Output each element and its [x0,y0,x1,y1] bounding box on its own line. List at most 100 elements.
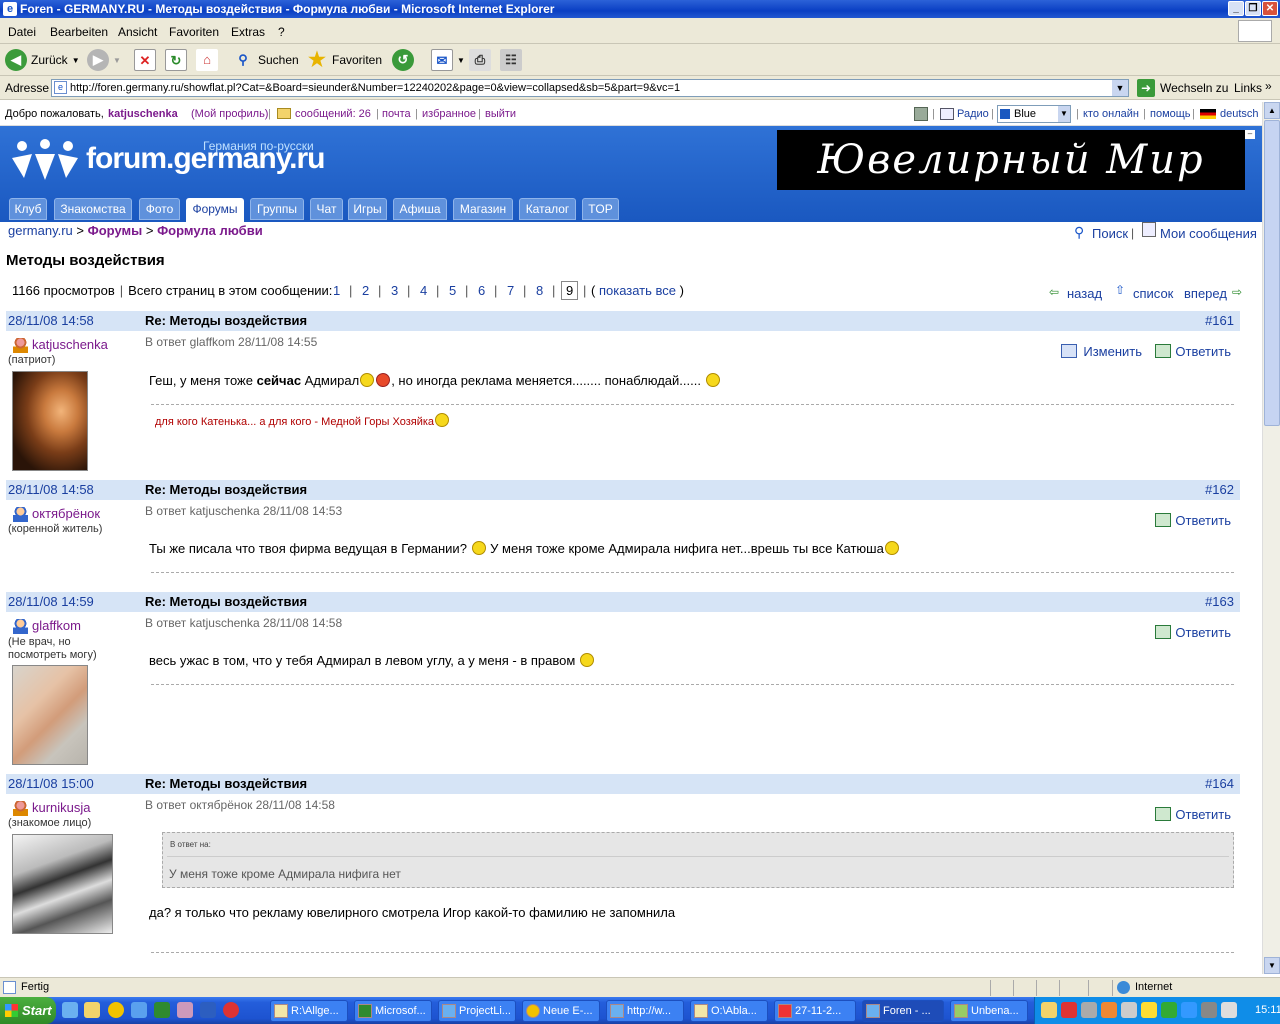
quicklaunch-word-icon[interactable] [200,1002,216,1018]
taskbar-item[interactable]: Unbena... [950,1000,1028,1022]
quicklaunch-folder-icon[interactable] [84,1002,100,1018]
taskbar-item[interactable]: http://w... [606,1000,684,1022]
forum-search-link[interactable]: Поиск [1092,226,1128,241]
page-link[interactable]: 1 [333,283,340,298]
address-dropdown-icon[interactable]: ▼ [1112,80,1128,96]
edit-button[interactable]: Изменить [1061,344,1142,359]
links-label[interactable]: Links [1234,81,1262,95]
menu-extras[interactable]: Extras [231,25,265,39]
tab-club[interactable]: Клуб [9,198,47,220]
post-subject[interactable]: Re: Методы воздействия [145,480,307,500]
tab-catalog[interactable]: Каталог [519,198,576,220]
close-button[interactable]: ✕ [1262,1,1278,16]
reply-button[interactable]: Ответить [1155,344,1231,359]
go-button[interactable]: Wechseln zu [1160,81,1228,95]
tray-icon[interactable] [1121,1002,1137,1018]
tab-photo[interactable]: Фото [139,198,180,220]
home-button[interactable]: ⌂ [196,48,218,72]
breadcrumb-forums[interactable]: Форумы [88,223,143,238]
chevron-right-icon[interactable]: » [1265,79,1272,93]
quicklaunch-app-icon[interactable] [177,1002,193,1018]
tab-chat[interactable]: Чат [310,198,343,220]
current-user-link[interactable]: katjuschenka [108,102,178,126]
tray-icon[interactable] [1101,1002,1117,1018]
post-subject[interactable]: Re: Методы воздействия [145,774,307,794]
volume-icon[interactable] [1221,1002,1237,1018]
quicklaunch-ie-icon[interactable] [131,1002,147,1018]
avatar[interactable] [12,371,88,471]
minimize-button[interactable]: _ [1228,1,1244,16]
logout-link[interactable]: выйти [485,102,516,126]
tray-icon[interactable] [1061,1002,1077,1018]
favorites-link[interactable]: избранное [422,102,476,126]
quicklaunch-app-icon[interactable] [223,1002,239,1018]
scroll-down-icon[interactable]: ▼ [1264,957,1280,974]
post-author[interactable]: kurnikusja [13,800,91,816]
tray-icon[interactable] [1041,1002,1057,1018]
tab-top[interactable]: TOP [582,198,619,220]
my-profile-link[interactable]: (Мой профиль) [191,102,268,126]
who-online-link[interactable]: кто онлайн [1083,102,1139,126]
menu-favoriten[interactable]: Favoriten [169,25,219,39]
taskbar-item[interactable]: 27-11-2... [774,1000,856,1022]
address-input[interactable]: e http://foren.germany.ru/showflat.pl?Ca… [51,79,1129,97]
reply-button[interactable]: Ответить [1155,513,1231,528]
tray-icon[interactable] [1201,1002,1217,1018]
help-link[interactable]: помощь [1150,102,1191,126]
post-number[interactable]: #162 [1205,480,1234,500]
page-link[interactable]: 7 [507,283,514,298]
ad-banner[interactable]: Ювелирный Мир [777,130,1245,190]
thread-list-link[interactable]: список [1133,286,1173,301]
go-arrow-icon[interactable]: ➜ [1137,79,1155,97]
page-link[interactable]: 6 [478,283,485,298]
post-author[interactable]: октябрёнок [13,506,100,522]
print-button[interactable]: ⎙ [469,48,491,72]
prev-thread-link[interactable]: назад [1067,286,1102,301]
refresh-button[interactable]: ↻ [165,48,187,72]
menu-datei[interactable]: Datei [8,25,36,39]
post-number[interactable]: #164 [1205,774,1234,794]
taskbar-item[interactable]: R:\Allge... [270,1000,348,1022]
maximize-button[interactable]: ❐ [1245,1,1261,16]
avatar[interactable] [12,834,113,934]
post-author[interactable]: katjuschenka [13,337,108,353]
history-button[interactable]: ↺ [392,48,414,72]
menu-bearbeiten[interactable]: Bearbeiten [50,25,108,39]
favorites-button[interactable]: ★ Favoriten [306,48,382,72]
taskbar-item[interactable]: Microsof... [354,1000,432,1022]
show-all-link[interactable]: показать все [599,283,676,298]
taskbar-item[interactable]: ProjectLi... [438,1000,516,1022]
breadcrumb-board[interactable]: Формула любви [157,223,263,238]
taskbar-item[interactable]: O:\Abla... [690,1000,768,1022]
taskbar-item[interactable]: Neue E-... [522,1000,600,1022]
forum-logo-icon[interactable] [10,138,80,182]
scrollbar-thumb[interactable] [1264,120,1280,426]
tab-afisha[interactable]: Афиша [393,198,447,220]
quicklaunch-excel-icon[interactable] [154,1002,170,1018]
reply-button[interactable]: Ответить [1155,807,1231,822]
menu-ansicht[interactable]: Ansicht [118,25,157,39]
scroll-up-icon[interactable]: ▲ [1264,102,1280,119]
mail-link[interactable]: почта [382,102,411,126]
taskbar-item-active[interactable]: Foren - ... [862,1000,944,1022]
quicklaunch-app-icon[interactable] [108,1002,124,1018]
tab-shop[interactable]: Магазин [453,198,513,220]
tab-dating[interactable]: Знакомства [54,198,132,220]
post-subject[interactable]: Re: Методы воздействия [145,592,307,612]
post-subject[interactable]: Re: Методы воздействия [145,311,307,331]
search-button[interactable]: ⚲ Suchen [232,48,298,72]
breadcrumb-site[interactable]: germany.ru [8,223,73,238]
quicklaunch-ie-icon[interactable] [62,1002,78,1018]
back-button[interactable]: ◀ Zurück ▼ [5,48,80,72]
discuss-button[interactable]: ☷ [500,48,522,72]
chevron-down-icon[interactable]: ▼ [457,56,465,65]
post-author[interactable]: glaffkom [13,618,81,634]
reply-button[interactable]: Ответить [1155,625,1231,640]
page-link[interactable]: 4 [420,283,427,298]
theme-select[interactable]: Blue ▼ [997,105,1071,123]
tray-icon[interactable] [1141,1002,1157,1018]
messages-count-link[interactable]: сообщений: 26 [295,102,371,126]
tab-games[interactable]: Игры [348,198,387,220]
tab-groups[interactable]: Группы [250,198,304,220]
chevron-down-icon[interactable]: ▼ [113,56,121,65]
